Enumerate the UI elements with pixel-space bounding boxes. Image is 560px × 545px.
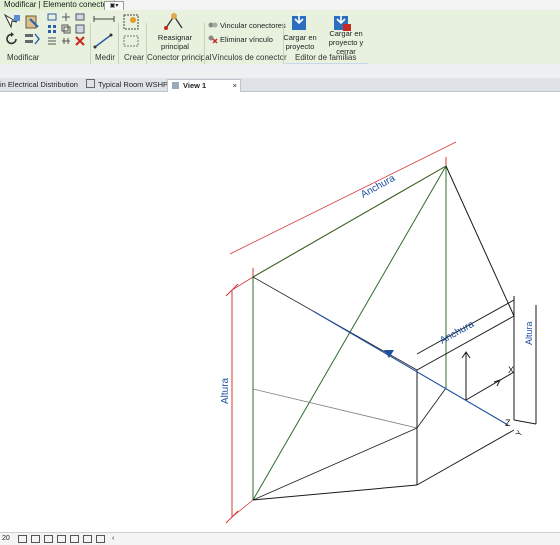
- temp-hide-icon[interactable]: [96, 535, 105, 543]
- tab-electrical-distribution[interactable]: in Electrical Distribution: [0, 79, 78, 91]
- drawing-canvas[interactable]: Anchura Altura Anchura Altura X Z Y: [0, 92, 560, 532]
- panel-label-connector-links: Vínculos de conector: [212, 53, 287, 62]
- 3d-view-icon: [172, 82, 179, 89]
- connector-width-label: Anchura: [438, 319, 476, 347]
- create-similar-icon[interactable]: [122, 34, 140, 48]
- reassign-primary-button[interactable]: Reasignar principal: [152, 33, 198, 51]
- delete-icon[interactable]: [75, 36, 85, 46]
- contextual-tab-strip: Modificar | Elemento conector ▣▾: [0, 0, 560, 11]
- view-control-bar: 20 ‹: [0, 532, 560, 545]
- ribbon-lower-band: [0, 64, 560, 79]
- remove-link-button[interactable]: Eliminar vínculo: [220, 35, 273, 44]
- reassign-primary-icon[interactable]: [162, 12, 186, 32]
- 3d-connector-view: Anchura Altura Anchura Altura X Z Y: [220, 141, 537, 524]
- tab-label: in Electrical Distribution: [0, 80, 78, 89]
- scale-value[interactable]: 20: [2, 533, 10, 545]
- dimension-icon[interactable]: [93, 33, 115, 49]
- frame-top-edge: [252, 165, 447, 278]
- copy-icon[interactable]: [61, 24, 71, 34]
- document-tabs: in Electrical Distribution Typical Room …: [0, 78, 560, 92]
- hide-icon[interactable]: [83, 535, 92, 543]
- detail-level-icon[interactable]: [18, 535, 27, 543]
- panel-label-measure: Medir: [95, 53, 116, 62]
- create-group-icon[interactable]: [122, 13, 140, 31]
- shadows-icon[interactable]: [57, 535, 66, 543]
- chevron-left-icon[interactable]: ‹: [112, 533, 114, 545]
- tab-label: View 1: [183, 81, 207, 90]
- tab-typical-room[interactable]: Typical Room WSHP: [86, 79, 168, 91]
- modify-icon[interactable]: [2, 13, 22, 29]
- box-edge: [445, 165, 515, 317]
- tab-label: Typical Room WSHP: [98, 80, 169, 89]
- view-icon: [86, 79, 95, 88]
- move-icon[interactable]: [61, 13, 71, 21]
- panel-label-modify: Modificar: [7, 53, 40, 62]
- axis-y-label: Y: [514, 428, 525, 438]
- width-dimension-label: Anchura: [359, 173, 397, 201]
- axis-z-label: Z: [505, 418, 511, 428]
- connector-height-label: Altura: [524, 321, 534, 345]
- width-dimension-outer-line: [229, 141, 457, 255]
- connector-flow-line: [312, 310, 509, 426]
- trim-icon[interactable]: [75, 24, 85, 34]
- close-icon[interactable]: ×: [233, 80, 237, 92]
- link-connectors-button[interactable]: Vincular conectores: [220, 21, 286, 30]
- rotate-icon[interactable]: [5, 32, 19, 46]
- link-connectors-icon[interactable]: [208, 21, 218, 29]
- visual-style-icon[interactable]: [31, 535, 40, 543]
- mirror-icon[interactable]: [47, 36, 57, 46]
- height-dimension-label: Altura: [220, 377, 231, 404]
- scale-icon[interactable]: [75, 13, 85, 21]
- crop-icon[interactable]: [70, 535, 79, 543]
- sun-path-icon[interactable]: [44, 535, 53, 543]
- load-and-close-button[interactable]: Cargar en proyecto y cerrar: [322, 29, 370, 56]
- load-into-project-button[interactable]: Cargar en proyecto: [282, 33, 318, 51]
- align-icon[interactable]: [47, 13, 57, 21]
- tab-view-1[interactable]: View 1 ×: [167, 79, 241, 92]
- panel-label-create: Crear: [124, 53, 145, 62]
- remove-link-icon[interactable]: [208, 34, 218, 44]
- offset-icon[interactable]: [47, 24, 57, 34]
- measure-icon[interactable]: [93, 14, 115, 24]
- load-into-project-icon[interactable]: [290, 12, 308, 32]
- axis-x-label: X: [508, 365, 514, 375]
- ribbon: Modificar Medir Crear Reasignar principa…: [0, 10, 560, 73]
- panel-label-family-editor: Editor de familias: [295, 53, 357, 62]
- tab-modify-connector[interactable]: Modificar | Elemento conector: [0, 0, 115, 10]
- array-icon[interactable]: [61, 36, 71, 46]
- match-properties-icon[interactable]: [24, 32, 40, 46]
- panel-label-primary-connector: Conector principal: [147, 53, 212, 62]
- paste-icon[interactable]: [24, 13, 40, 29]
